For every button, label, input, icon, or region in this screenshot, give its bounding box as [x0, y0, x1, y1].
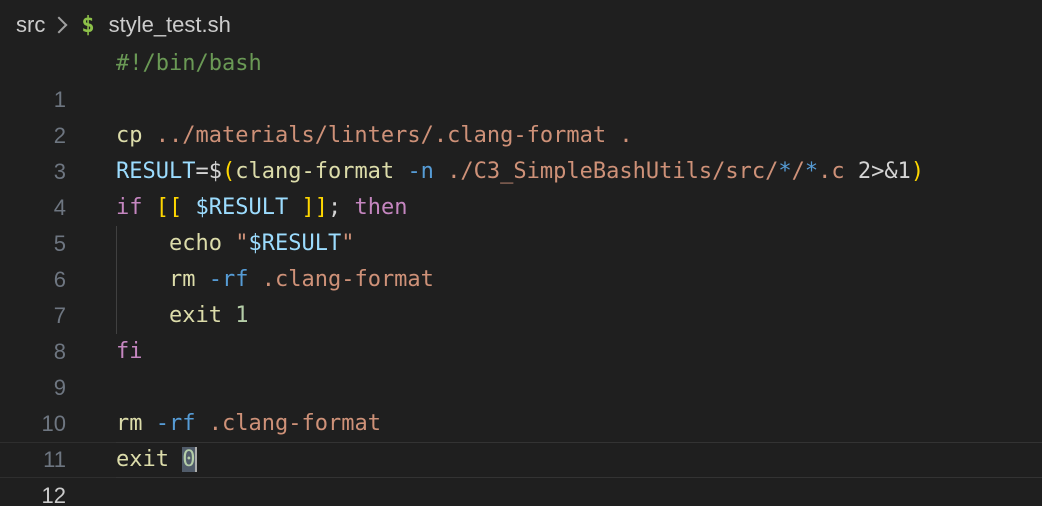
token-shebang: #!/bin/bash [116, 51, 262, 76]
line-content: rm -rf .clang-format [116, 406, 1042, 442]
breadcrumb-file[interactable]: style_test.sh [109, 12, 231, 38]
code-line[interactable]: 11 rm -rf .clang-format [0, 406, 1042, 472]
token-flag: -rf [208, 267, 249, 292]
token-flag: -rf [155, 411, 196, 436]
line-content: fi [116, 334, 1042, 370]
code-line[interactable]: 1 #!/bin/bash [0, 46, 1042, 112]
token-variable: $RESULT [248, 231, 342, 256]
token-bracket: ]] [301, 195, 328, 220]
code-line[interactable]: 6 echo "$RESULT" [0, 226, 1042, 292]
token-command: clang-format [235, 159, 395, 184]
text-cursor: 0 [182, 447, 198, 472]
token-paren: ) [910, 159, 925, 184]
code-line[interactable]: 3 cp ../materials/linters/.clang-format … [0, 118, 1042, 184]
token-operator: =$ [195, 159, 222, 184]
token-command: echo [168, 231, 222, 256]
code-line[interactable]: 7 rm -rf .clang-format [0, 262, 1042, 328]
token-semicolon: ; [327, 195, 355, 220]
token-number: 1 [235, 303, 249, 328]
token-variable: $RESULT [195, 195, 289, 220]
line-content: exit 0 [116, 442, 1042, 478]
token-quote: " [235, 231, 249, 256]
code-line[interactable]: 8 exit 1 [0, 298, 1042, 364]
code-line-current[interactable]: 12 exit 0 [0, 442, 1042, 506]
token-paren: ( [221, 159, 236, 184]
token-redirect: 2>&1 [844, 159, 911, 184]
code-line[interactable]: 10 [0, 370, 1042, 436]
token-keyword: then [354, 195, 408, 220]
code-line[interactable]: 2 [0, 82, 1042, 148]
line-content [116, 370, 1042, 406]
token-path: .clang-format [208, 411, 381, 436]
token-path: ../materials/linters/.clang-format [155, 123, 607, 148]
code-line[interactable]: 9 fi [0, 334, 1042, 400]
token-path: ./C3_SimpleBashUtils/src/ [447, 159, 779, 184]
token-keyword: if [116, 195, 143, 220]
token-path: . [606, 123, 633, 148]
line-content: cp ../materials/linters/.clang-format . [116, 118, 1042, 154]
shell-file-icon: $ [81, 12, 95, 38]
line-content: exit 1 [116, 298, 1042, 334]
token-keyword: fi [116, 339, 143, 364]
line-content: RESULT=$(clang-format -n ./C3_SimpleBash… [116, 154, 1042, 190]
line-content [116, 82, 1042, 118]
token-path: / [791, 159, 805, 184]
token-glob: * [804, 159, 819, 184]
token-glob: * [778, 159, 792, 184]
token-bracket: [[ [155, 195, 183, 220]
token-command: exit [116, 447, 169, 472]
line-content: #!/bin/bash [116, 46, 1042, 82]
token-command: rm [116, 411, 143, 436]
token-command: rm [168, 267, 196, 292]
token-command: exit [168, 303, 222, 328]
token-flag: -n [407, 159, 434, 184]
code-line[interactable]: 5 if [[ $RESULT ]]; then [0, 190, 1042, 256]
code-area[interactable]: 1 #!/bin/bash 2 3 cp ../materials/linter… [0, 46, 1042, 506]
line-number: 12 [41, 483, 66, 506]
token-variable: RESULT [116, 159, 196, 184]
line-content: echo "$RESULT" [116, 226, 1042, 262]
token-path: .c [818, 159, 845, 184]
chevron-right-icon [50, 16, 68, 34]
code-line[interactable]: 4 RESULT=$(clang-format -n ./C3_SimpleBa… [0, 154, 1042, 220]
breadcrumb: src $ style_test.sh [16, 8, 231, 42]
line-content: if [[ $RESULT ]]; then [116, 190, 1042, 226]
line-content: rm -rf .clang-format [116, 262, 1042, 298]
code-editor[interactable]: src $ style_test.sh 1 #!/bin/bash 2 3 cp… [0, 0, 1042, 506]
breadcrumb-folder[interactable]: src [16, 12, 45, 38]
token-quote: " [341, 231, 355, 256]
token-path: .clang-format [261, 267, 434, 292]
token-command: cp [116, 123, 143, 148]
